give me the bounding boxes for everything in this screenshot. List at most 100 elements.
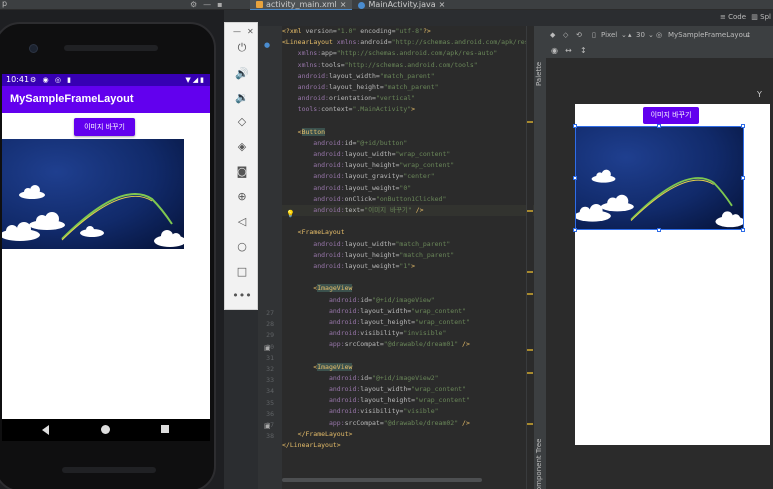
eye-icon[interactable]: ◉ <box>551 46 558 55</box>
tab-main-activity[interactable]: MainActivity.java × <box>352 0 451 10</box>
close-tab-icon[interactable]: × <box>439 0 446 10</box>
view-mode-switch[interactable]: ≡ Code ▥ Spl <box>720 13 771 21</box>
layout-preview-icon[interactable]: ● <box>264 41 270 49</box>
tab-activity-main[interactable]: activity_main.xml × <box>250 0 353 10</box>
error-stripe-mark[interactable] <box>527 210 533 212</box>
minimize-icon[interactable]: — <box>203 0 211 10</box>
code-line[interactable]: android:layout_height="wrap_content" <box>282 160 534 171</box>
image-preview-icon[interactable]: ▣ <box>264 344 271 352</box>
code-line[interactable]: android:layout_weight="1"> <box>282 261 534 272</box>
code-line[interactable]: <?xml version="1.0" encoding="utf-8"?> <box>282 26 534 37</box>
api-level-selector[interactable]: 30 <box>636 31 645 40</box>
volume-up-icon[interactable]: 🔊 <box>234 65 250 81</box>
code-line[interactable]: android:layout_height="wrap_content" <box>282 395 534 406</box>
code-line[interactable]: app:srcCompat="@drawable/dream01" /> <box>282 339 534 350</box>
code-line[interactable]: <FrameLayout <box>282 227 534 238</box>
resize-handle[interactable] <box>573 176 577 180</box>
volume-down-icon[interactable]: 🔉 <box>234 89 250 105</box>
horizontal-scrollbar[interactable] <box>282 478 482 482</box>
code-line[interactable]: android:id="@+id/imageView" <box>282 295 534 306</box>
code-line[interactable]: android:layout_width="match_parent" <box>282 239 534 250</box>
vertical-resize-icon[interactable]: ↕ <box>580 46 587 55</box>
error-stripe-mark[interactable] <box>527 293 533 295</box>
nav-recents-icon[interactable] <box>161 425 169 433</box>
error-stripe-mark[interactable] <box>527 121 533 123</box>
code-line[interactable] <box>282 116 534 127</box>
change-image-button[interactable]: 이미지 바꾸기 <box>74 118 135 136</box>
code-line[interactable]: xmlns:app="http://schemas.android.com/ap… <box>282 48 534 59</box>
code-line[interactable]: android:layout_height="match_parent" <box>282 82 534 93</box>
resize-handle[interactable] <box>741 228 745 232</box>
code-line[interactable]: android:layout_width="match_parent" <box>282 71 534 82</box>
power-icon[interactable]: ⏻ <box>234 40 250 56</box>
error-stripe-mark[interactable] <box>527 372 533 374</box>
horizontal-resize-icon[interactable]: ↔ <box>565 46 572 55</box>
theme-selector[interactable]: MySampleFrameLayout <box>668 31 750 40</box>
design-mode-icon[interactable]: ◆ <box>550 31 555 40</box>
code-line[interactable]: app:srcCompat="@drawable/dream02" /> <box>282 418 534 429</box>
lightbulb-icon[interactable]: 💡 <box>286 210 295 218</box>
code-line[interactable]: android:onClick="onButton1Clicked" <box>282 194 534 205</box>
error-stripe-mark[interactable] <box>527 271 533 273</box>
code-line[interactable]: xmlns:tools="http://schemas.android.com/… <box>282 60 534 71</box>
nav-home-icon[interactable] <box>101 425 110 434</box>
resize-handle[interactable] <box>741 176 745 180</box>
code-line[interactable]: android:layout_height="match_parent" <box>282 250 534 261</box>
palette-label[interactable]: Palette <box>535 62 543 86</box>
error-stripe-mark[interactable] <box>527 423 533 425</box>
resize-handle[interactable] <box>657 228 661 232</box>
code-line[interactable]: <Button <box>282 127 534 138</box>
code-line[interactable] <box>282 216 534 227</box>
rotate-right-icon[interactable]: ◈ <box>234 138 250 154</box>
close-tab-icon[interactable]: × <box>340 0 347 10</box>
gear-icon[interactable]: ⚙ <box>190 0 197 10</box>
code-line[interactable]: android:layout_width="wrap_content" <box>282 149 534 160</box>
resize-handle[interactable] <box>573 124 577 128</box>
device-selector[interactable]: Pixel <box>601 31 617 40</box>
minimize-icon[interactable]: — <box>233 27 241 36</box>
preview-change-image-button[interactable]: 이미지 바꾸기 <box>643 107 699 124</box>
code-line[interactable]: tools:context=".MainActivity"> <box>282 104 534 115</box>
code-line[interactable]: android:id="@+id/button" <box>282 138 534 149</box>
code-line[interactable]: android:text="이미지 바꾸기" /> <box>282 205 534 217</box>
code-line[interactable]: android:layout_weight="0" <box>282 183 534 194</box>
blueprint-icon[interactable]: ◇ <box>563 31 568 40</box>
orientation-icon[interactable]: ⟲ <box>576 31 582 40</box>
zoom-icon[interactable]: ⊕ <box>234 188 250 204</box>
code-line[interactable] <box>282 350 534 361</box>
code-line[interactable]: <LinearLayout xmlns:android="http://sche… <box>282 37 534 48</box>
code-line[interactable]: <ImageView <box>282 362 534 373</box>
code-line[interactable]: android:layout_height="wrap_content" <box>282 317 534 328</box>
component-tree-label[interactable]: Component Tree <box>535 439 543 489</box>
code-line[interactable]: android:layout_width="wrap_content" <box>282 306 534 317</box>
resize-handle[interactable] <box>573 228 577 232</box>
code-line[interactable]: android:layout_gravity="center" <box>282 171 534 182</box>
resize-handle[interactable] <box>657 124 661 128</box>
close-icon[interactable]: ▪ <box>217 0 222 10</box>
split-mode-label[interactable]: Spl <box>760 13 771 21</box>
code-line[interactable]: <ImageView <box>282 283 534 294</box>
code-mode-label[interactable]: Code <box>728 13 746 21</box>
xml-code[interactable]: <?xml version="1.0" encoding="utf-8"?> <L… <box>282 26 534 451</box>
rotate-left-icon[interactable]: ◇ <box>234 113 250 129</box>
code-line[interactable] <box>282 272 534 283</box>
editor-scrollbar[interactable] <box>526 26 533 489</box>
more-icon[interactable]: ••• <box>232 287 251 303</box>
overview-icon[interactable]: □ <box>234 263 250 279</box>
code-line[interactable]: android:visibility="visible" <box>282 406 534 417</box>
home-icon[interactable]: ○ <box>234 238 250 254</box>
code-line[interactable]: android:layout_width="wrap_content" <box>282 384 534 395</box>
code-line[interactable]: </LinearLayout> <box>282 440 534 451</box>
code-line[interactable]: android:orientation="vertical" <box>282 93 534 104</box>
back-icon[interactable]: ◁ <box>234 213 250 229</box>
error-stripe-mark[interactable] <box>527 349 533 351</box>
code-line[interactable]: android:id="@+id/imageView2" <box>282 373 534 384</box>
code-line[interactable]: android:visibility="invisible" <box>282 328 534 339</box>
resize-handle[interactable] <box>741 124 745 128</box>
close-icon[interactable]: ✕ <box>247 27 254 36</box>
image-preview-icon[interactable]: ▣ <box>264 422 271 430</box>
code-editor[interactable]: 27 28 29 30 31 32 33 34 35 36 37 38 <?xml version="… <box>258 26 534 489</box>
nav-back-icon[interactable] <box>42 425 49 435</box>
code-line[interactable]: </FrameLayout> <box>282 429 534 440</box>
camera-icon[interactable]: ◙ <box>234 163 250 179</box>
